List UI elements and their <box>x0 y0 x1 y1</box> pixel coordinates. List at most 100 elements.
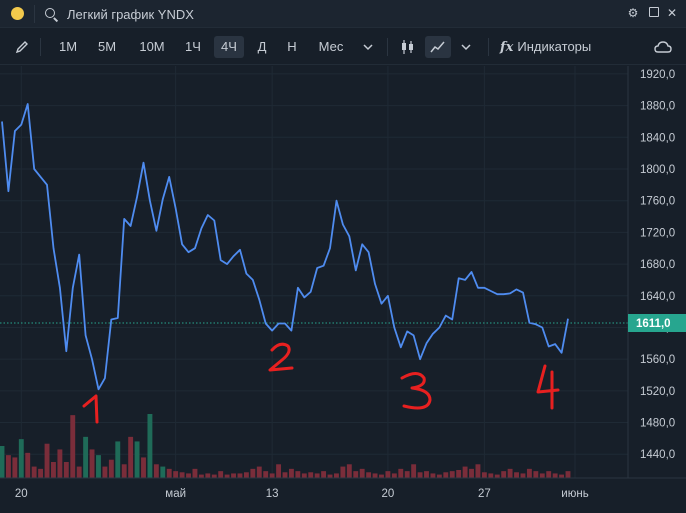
volume-bar <box>192 468 198 478</box>
y-tick-label: 1560,0 <box>640 354 675 366</box>
volume-bar <box>372 473 378 478</box>
volume-bar <box>160 466 166 478</box>
volume-bar <box>379 474 384 478</box>
x-tick-label: май <box>165 488 186 500</box>
volume-bar <box>31 466 37 478</box>
volume-bar <box>256 466 262 478</box>
interval-5m[interactable]: 5М <box>93 36 121 58</box>
x-tick-label: 13 <box>266 488 279 500</box>
volume-bar <box>424 471 429 478</box>
volume-bar <box>70 415 76 478</box>
volume-bar <box>83 436 89 478</box>
chart-toolbar: 1М 5М 10М 1Ч 4Ч Д Н Мес fx Индикаторы <box>0 29 686 65</box>
app-status-dot <box>11 7 24 20</box>
y-tick-label: 1720,0 <box>640 227 675 239</box>
y-tick-label: 1840,0 <box>640 132 675 144</box>
volume-bar <box>353 471 359 478</box>
volume-bar <box>237 473 243 478</box>
grid-lines <box>0 66 628 478</box>
volume-bar <box>243 472 249 478</box>
volume-bar <box>327 474 333 478</box>
volume-bar <box>147 414 153 478</box>
interval-1h[interactable]: 1Ч <box>179 36 207 58</box>
indicators-button[interactable]: fx Индикаторы <box>500 36 606 58</box>
interval-10m[interactable]: 10М <box>135 36 169 58</box>
volume-bar <box>51 462 56 478</box>
square-icon[interactable] <box>647 6 661 20</box>
indicators-label: Индикаторы <box>517 39 592 54</box>
interval-1m[interactable]: 1М <box>54 36 82 58</box>
volume-bar <box>501 471 507 478</box>
interval-day[interactable]: Д <box>252 36 272 58</box>
volume-bar <box>96 455 101 478</box>
volume-bar <box>391 473 397 478</box>
volume-bar <box>494 474 500 478</box>
line-chart-icon[interactable] <box>425 36 451 58</box>
volume-bar <box>205 473 211 478</box>
chevron-down-icon[interactable] <box>456 36 476 58</box>
volume-bar <box>539 473 545 478</box>
pencil-icon[interactable] <box>11 36 33 58</box>
gear-icon[interactable]: ⚙ <box>626 6 640 20</box>
volume-bar <box>269 473 275 478</box>
interval-4h[interactable]: 4Ч <box>214 36 244 58</box>
volume-bar <box>559 474 565 478</box>
function-icon: fx <box>500 40 514 55</box>
volume-bar <box>488 473 494 478</box>
volume-bar <box>295 471 301 478</box>
close-icon[interactable]: ✕ <box>665 6 679 20</box>
volume-bar <box>263 471 269 478</box>
volume-bar <box>141 457 146 478</box>
title-bar: Легкий график YNDX ⚙ ✕ <box>0 0 686 28</box>
volume-bar <box>198 474 204 478</box>
x-tick-label: 20 <box>382 488 395 500</box>
volume-bar <box>76 466 82 478</box>
volume-bar <box>546 471 552 478</box>
volume-bar <box>276 464 282 478</box>
volume-bar <box>89 449 95 478</box>
volume-bar <box>25 452 31 478</box>
volume-bar <box>430 473 436 478</box>
chart-area[interactable]: 1920,0 1880,0 1840,0 1800,0 1760,0 1720,0 1680… <box>0 66 686 508</box>
volume-bar <box>173 471 179 478</box>
annotation-1: 1 <box>82 394 99 424</box>
volume-bar <box>121 464 127 478</box>
volume-bar <box>12 457 18 478</box>
chevron-down-icon[interactable] <box>358 36 378 58</box>
volume-bar <box>115 441 121 478</box>
volume-bar <box>128 436 134 478</box>
volume-bar <box>565 471 571 478</box>
y-tick-label: 1800,0 <box>640 164 675 176</box>
volume-bar <box>334 473 339 478</box>
y-tick-label: 1480,0 <box>640 418 675 430</box>
search-icon[interactable] <box>45 8 55 18</box>
y-tick-label: 1920,0 <box>640 69 675 81</box>
volume-bar <box>340 466 346 478</box>
volume-bar <box>321 471 327 478</box>
volume-bar <box>153 464 159 478</box>
volume-bar <box>0 446 5 478</box>
volume-bar <box>231 473 236 478</box>
price-chart[interactable]: 1920,0 1880,0 1840,0 1800,0 1760,0 1720,0 1680… <box>0 66 686 508</box>
toolbar-separator <box>40 38 41 56</box>
volume-bar <box>5 455 11 478</box>
y-tick-label: 1640,0 <box>640 291 675 303</box>
volume-bar <box>308 472 314 478</box>
annotation-2: 2 <box>268 342 294 372</box>
volume-bar <box>366 472 372 478</box>
title-separator <box>34 5 35 23</box>
volume-bar <box>533 471 539 478</box>
y-tick-label: 1880,0 <box>640 101 675 113</box>
cloud-icon[interactable] <box>652 36 674 58</box>
interval-month[interactable]: Мес <box>313 36 349 58</box>
volume-bar <box>282 472 288 478</box>
volume-bar <box>359 468 365 478</box>
candlestick-icon[interactable] <box>396 36 420 58</box>
y-tick-label: 1760,0 <box>640 196 675 208</box>
volume-bar <box>514 472 519 478</box>
x-tick-label: июнь <box>561 488 588 500</box>
volume-bar <box>211 474 217 478</box>
volume-bar <box>520 473 526 478</box>
volume-bar <box>179 472 185 478</box>
interval-week[interactable]: Н <box>282 36 302 58</box>
